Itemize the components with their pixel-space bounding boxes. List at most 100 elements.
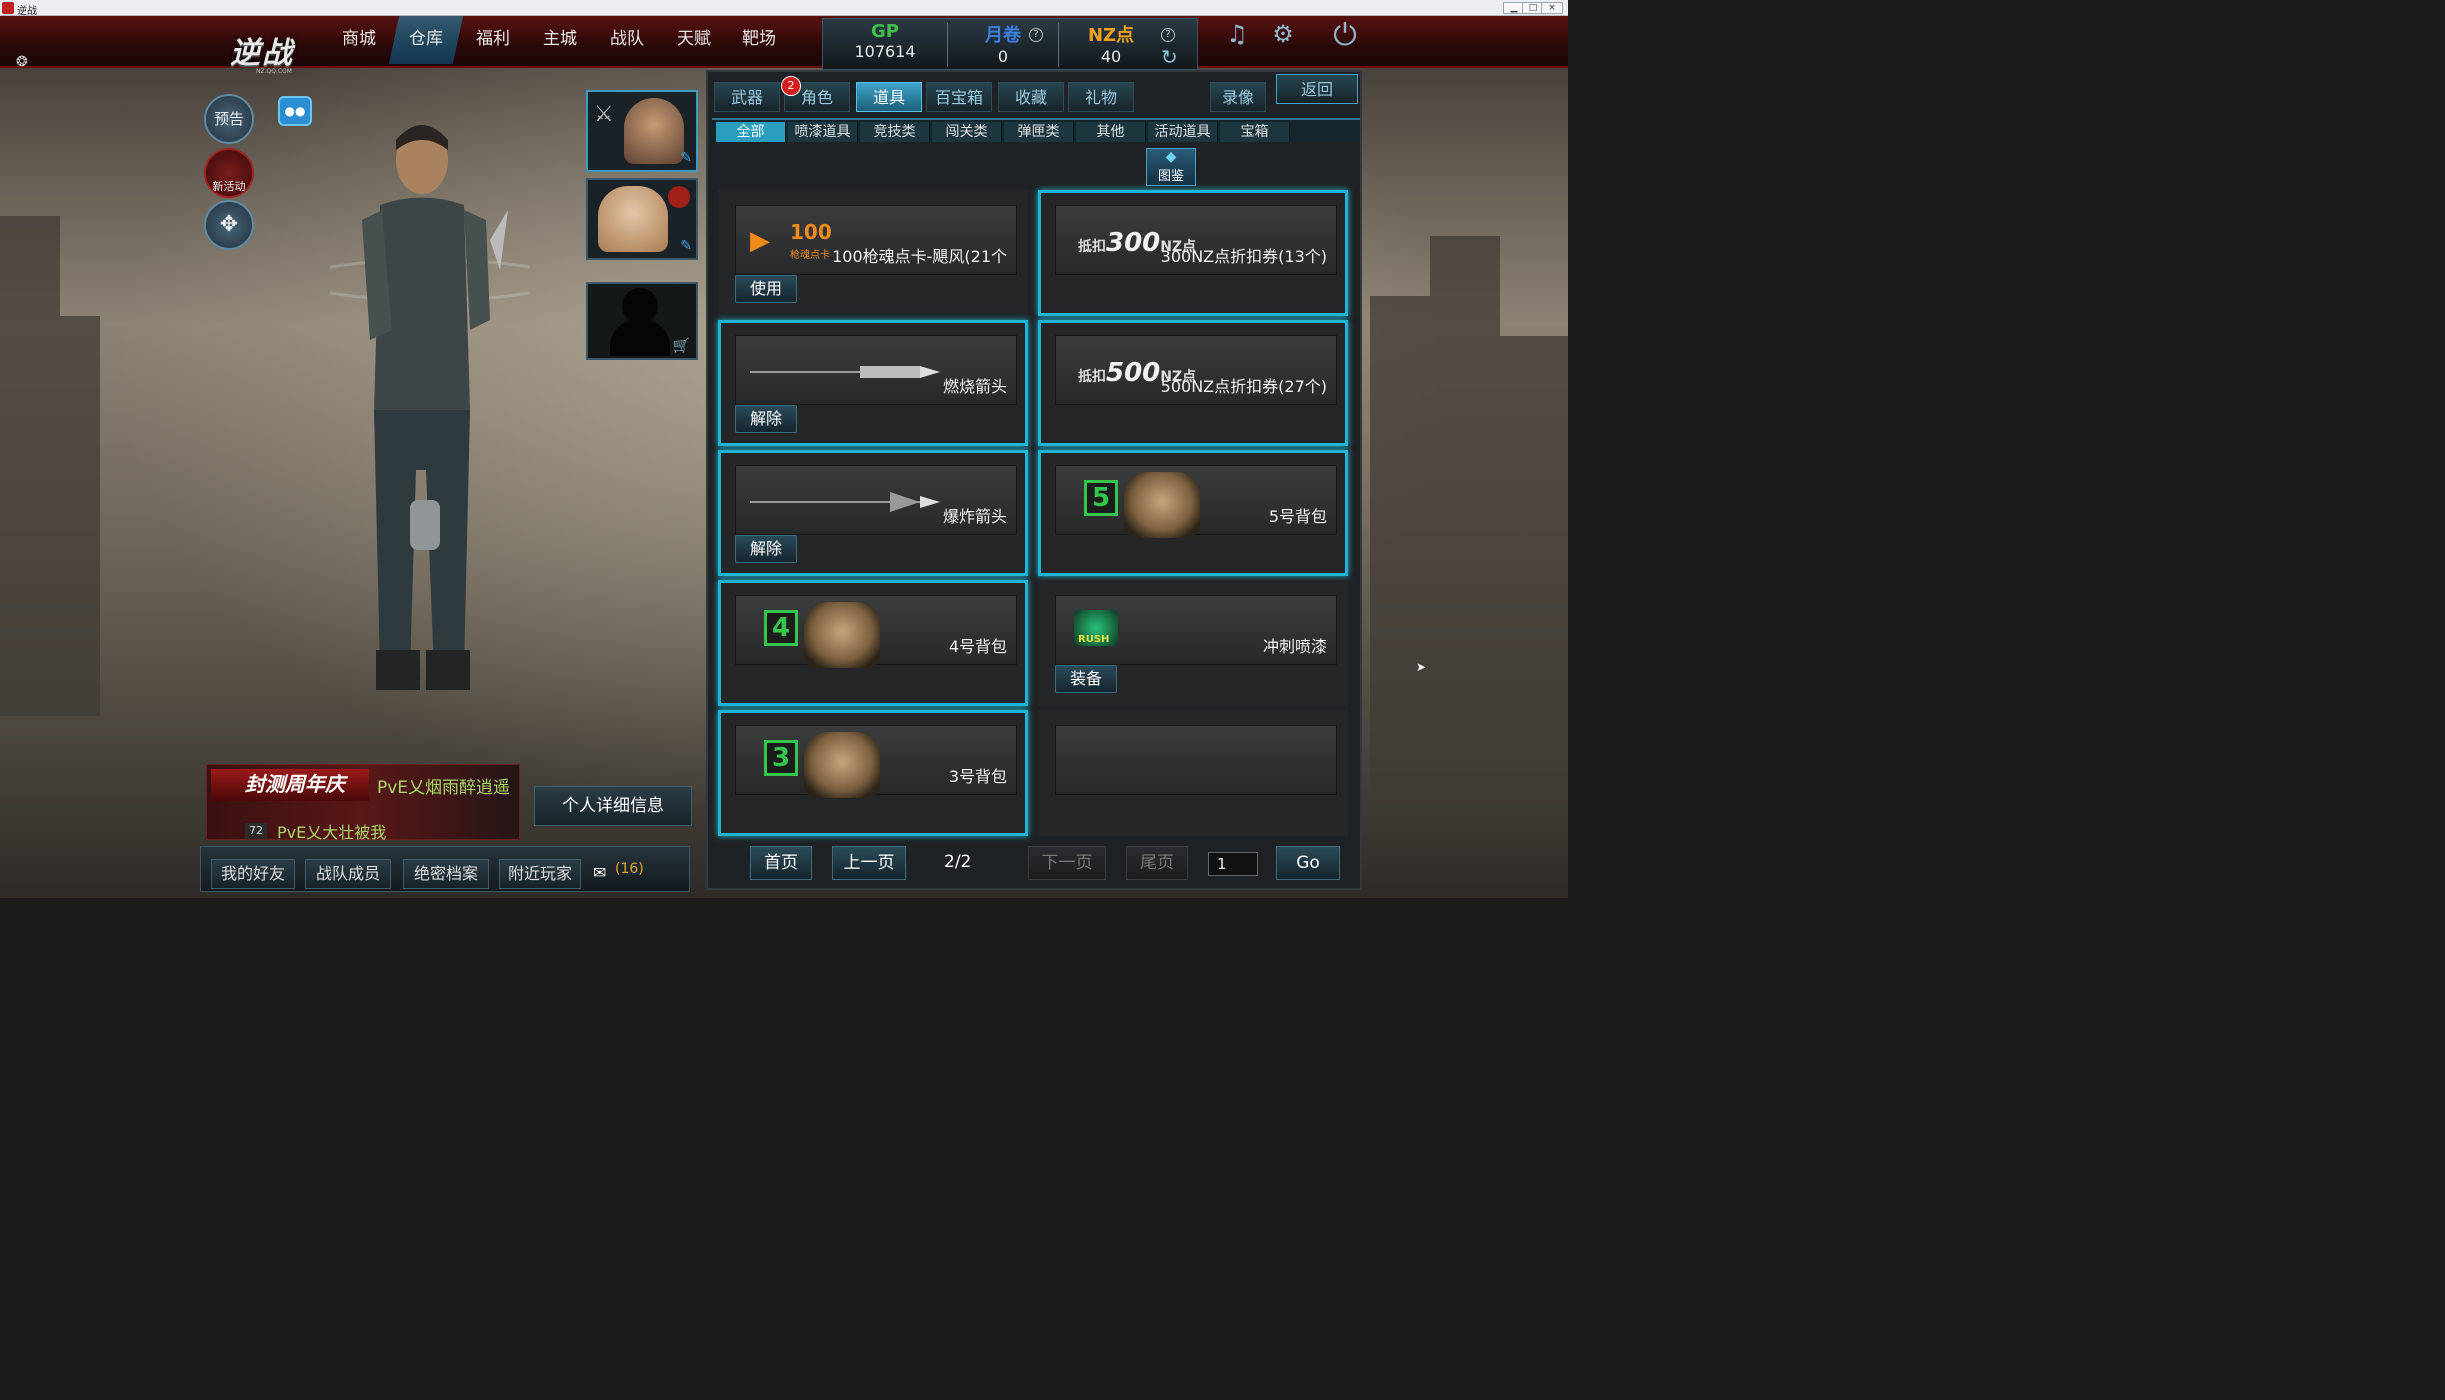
tab-item[interactable]: 道具	[856, 82, 922, 112]
next-page-button[interactable]: 下一页	[1028, 846, 1106, 880]
gp-label: GP	[871, 21, 899, 42]
nz-help-icon[interactable]: ?	[1161, 28, 1175, 42]
unequip-button[interactable]: 解除	[735, 535, 798, 563]
character-slot-2[interactable]: ✎	[586, 178, 698, 260]
item-card[interactable]: 5 5号背包	[1038, 450, 1348, 576]
friends-button[interactable]: 我的好友	[211, 859, 295, 889]
item-name: 100枪魂点卡-飓风(21个	[832, 247, 1007, 266]
nearby-players-button[interactable]: 附近玩家	[499, 859, 581, 889]
nz-stat: NZ点 40	[1059, 19, 1163, 71]
go-button[interactable]: Go	[1276, 846, 1340, 880]
record-button[interactable]: 录像	[1210, 82, 1266, 112]
character-slot-1[interactable]: ⚔ ✎	[586, 90, 698, 172]
page-input[interactable]: 1	[1208, 852, 1258, 876]
tab-favorite[interactable]: 收藏	[998, 82, 1064, 112]
logo-title: 逆战	[230, 36, 294, 71]
subtab-stage[interactable]: 闯关类	[932, 122, 1002, 142]
first-page-button[interactable]: 首页	[750, 846, 812, 880]
logo-subtitle: NZ.QQ.COM	[256, 68, 292, 75]
close-button[interactable]: ×	[1541, 2, 1563, 14]
item-card[interactable]: 4 4号背包	[718, 580, 1028, 706]
coupon-value: 300	[1106, 228, 1161, 258]
new-event-button[interactable]: 新活动	[204, 148, 254, 198]
coupon-prefix: 抵扣	[1078, 239, 1106, 255]
item-card[interactable]: 3 3号背包	[718, 710, 1028, 836]
arrow-icon	[750, 366, 940, 378]
nav-shop[interactable]: 商城	[342, 24, 376, 49]
archive-button[interactable]: 绝密档案	[403, 859, 489, 889]
item-art-sub: 枪魂点卡	[790, 250, 830, 261]
page-indicator: 2/2	[944, 852, 972, 872]
game-logo: 逆战 NZ.QQ.COM	[200, 18, 330, 88]
item-card[interactable]: 抵扣300NZ点 300NZ点折扣券(13个)	[1038, 190, 1348, 316]
bag-level-number: 5	[1084, 480, 1118, 516]
mail-count: (16)	[615, 861, 644, 877]
event-banner: 封测周年庆	[211, 769, 369, 801]
gun-icon: ▶	[750, 226, 770, 256]
item-name: 冲刺喷漆	[1262, 637, 1327, 656]
rank-icon: ⚔	[594, 102, 614, 127]
item-card[interactable]: 抵扣500NZ点 500NZ点折扣券(27个)	[1038, 320, 1348, 446]
ticket-stat: 月卷 0	[948, 19, 1058, 71]
settings-gear-icon[interactable]: ⚙	[1268, 20, 1298, 50]
item-card[interactable]: 燃烧箭头 解除	[718, 320, 1028, 446]
qq-logo-icon: ❂	[16, 54, 28, 70]
item-card[interactable]: 爆炸箭头 解除	[718, 450, 1028, 576]
unequip-button[interactable]: 解除	[735, 405, 798, 433]
mouse-cursor: ➤	[1416, 660, 1427, 674]
currency-panel: GP 107614 月卷 0 ? NZ点 40 ? ↻	[822, 18, 1198, 70]
event-panel[interactable]: 封测周年庆 PvE乂烟雨醉逍遥 72 PvE乂大壮被我	[206, 764, 520, 842]
nav-range[interactable]: 靶场	[742, 24, 776, 49]
nav-welfare[interactable]: 福利	[476, 24, 510, 49]
item-card[interactable]: ▶ 100 枪魂点卡 100枪魂点卡-飓风(21个 使用	[718, 190, 1028, 316]
subtab-all[interactable]: 全部	[716, 122, 786, 142]
game-window: 逆战 ▁ □ × 逆战 NZ.QQ.COM 商城 仓库 福利 主城 战队 天赋 …	[0, 0, 1568, 898]
back-button[interactable]: 返回	[1276, 74, 1358, 104]
subtab-chest[interactable]: 宝箱	[1220, 122, 1290, 142]
item-card[interactable]: RUSH 冲刺喷漆 装备	[1038, 580, 1348, 706]
tab-gift[interactable]: 礼物	[1068, 82, 1134, 112]
controller-icon[interactable]: ✥	[204, 200, 254, 250]
music-icon[interactable]: ♫	[1222, 20, 1252, 50]
profile-detail-button[interactable]: 个人详细信息	[534, 786, 692, 826]
tab-treasure[interactable]: 百宝箱	[926, 82, 992, 112]
wrench-icon[interactable]: ✎	[680, 238, 692, 254]
prev-page-button[interactable]: 上一页	[832, 846, 906, 880]
last-page-button[interactable]: 尾页	[1126, 846, 1188, 880]
item-name: 5号背包	[1268, 507, 1327, 526]
subtab-spray[interactable]: 喷漆道具	[788, 122, 858, 142]
ticket-help-icon[interactable]: ?	[1029, 28, 1043, 42]
event-line-2: PvE乂大壮被我	[277, 823, 387, 842]
nav-main-city[interactable]: 主城	[543, 24, 577, 49]
empty-slot	[1055, 725, 1337, 795]
tab-weapon[interactable]: 武器	[714, 82, 780, 112]
use-button[interactable]: 使用	[735, 275, 798, 303]
chat-icon[interactable]: ●●	[278, 96, 312, 126]
player-level: 72	[245, 823, 267, 839]
nz-value: 40	[1100, 47, 1122, 66]
subtab-event-item[interactable]: 活动道具	[1148, 122, 1218, 142]
item-name: 500NZ点折扣券(27个)	[1160, 377, 1327, 396]
refresh-icon[interactable]: ↻	[1161, 45, 1178, 69]
mail-icon[interactable]: ✉	[593, 863, 606, 882]
app-icon	[2, 2, 14, 14]
wrench-icon[interactable]: ✎	[680, 150, 692, 166]
character-slot-empty[interactable]: 🛒	[586, 282, 698, 360]
power-icon[interactable]: ⏻	[1330, 18, 1360, 53]
nav-talent[interactable]: 天赋	[677, 24, 711, 49]
coupon-prefix: 抵扣	[1078, 369, 1106, 385]
subtab-competitive[interactable]: 竞技类	[860, 122, 930, 142]
equip-button[interactable]: 装备	[1055, 665, 1118, 693]
team-members-button[interactable]: 战队成员	[305, 859, 391, 889]
cart-icon[interactable]: 🛒	[673, 338, 690, 354]
subtab-other[interactable]: 其他	[1076, 122, 1146, 142]
preview-button[interactable]: 预告	[204, 94, 254, 144]
nav-team[interactable]: 战队	[610, 24, 644, 49]
catalog-button[interactable]: ◆ 图鉴	[1146, 148, 1196, 186]
backpack-icon	[804, 732, 880, 798]
backpack-icon	[1124, 472, 1200, 538]
subtab-magazine[interactable]: 弹匣类	[1004, 122, 1074, 142]
new-event-label: 新活动	[212, 180, 246, 193]
character-model	[330, 125, 530, 690]
nav-warehouse[interactable]: 仓库	[409, 24, 443, 49]
